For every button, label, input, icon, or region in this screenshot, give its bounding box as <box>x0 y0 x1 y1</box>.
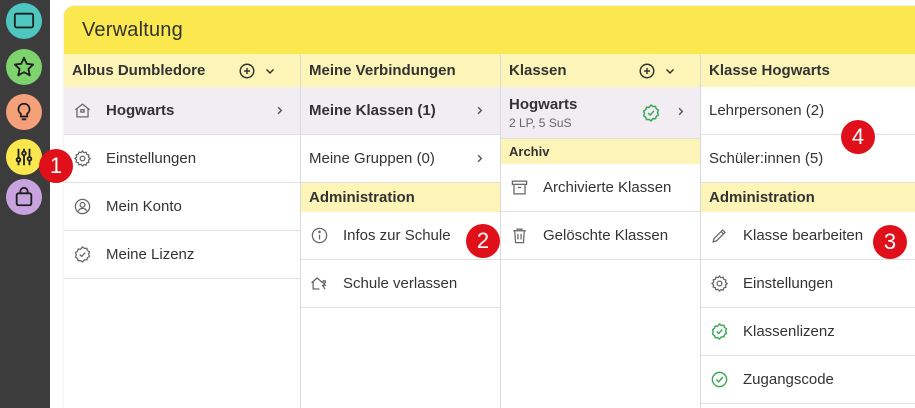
menu-item-label: Schüler:innen (5) <box>709 150 824 167</box>
panel-header: Verwaltung <box>64 6 915 54</box>
license-check-icon <box>642 103 660 122</box>
chevron-right-icon <box>678 107 684 115</box>
add-circle-icon[interactable] <box>638 62 656 80</box>
menu-item-schule-verlassen[interactable]: Schule verlassen <box>301 260 500 308</box>
menu-item-label: Hogwarts <box>106 102 175 119</box>
app-sidebar <box>0 0 50 408</box>
star-button[interactable] <box>6 49 42 85</box>
admin-button[interactable] <box>6 139 42 175</box>
menu-item-zugangscode[interactable]: Zugangscode <box>701 356 915 404</box>
menu-item-label: Meine Lizenz <box>106 246 195 263</box>
leave-school-icon <box>310 277 326 290</box>
gear-icon <box>710 274 728 292</box>
step-badge-3: 3 <box>873 225 907 259</box>
menu-item-label: Mein Konto <box>106 198 182 215</box>
check-circle-icon <box>711 371 727 388</box>
menu-item-label: Meine Gruppen (0) <box>309 150 435 167</box>
menu-item-label: Einstellungen <box>106 150 197 167</box>
section-administration: Administration <box>701 183 915 212</box>
chevron-right-icon <box>277 106 282 115</box>
star-icon <box>13 56 35 77</box>
menu-item-label: Einstellungen <box>743 275 834 292</box>
badge-check-icon <box>74 246 90 263</box>
admin-panel: Verwaltung Albus Dumbledore Hogwarts Ein… <box>64 6 915 408</box>
pencil-icon <box>711 229 726 243</box>
add-circle-icon[interactable] <box>238 62 256 80</box>
menu-item-lehrpersonen[interactable]: Lehrpersonen (2) <box>701 87 915 135</box>
section-administration: Administration <box>301 183 500 212</box>
step-badge-1: 1 <box>39 149 73 183</box>
column-title: Albus Dumbledore <box>72 62 206 79</box>
badge-check-icon <box>711 323 727 340</box>
menu-item-klassenlizenz[interactable]: Klassenlizenz <box>701 308 915 356</box>
column-title: Klasse Hogwarts <box>709 62 830 79</box>
screen-icon <box>13 12 35 29</box>
menu-item-label: Klassenlizenz <box>743 323 835 340</box>
info-icon <box>311 227 327 244</box>
column-title: Meine Verbindungen <box>309 62 456 79</box>
chevron-down-icon[interactable] <box>664 65 676 77</box>
menu-item-einstellungen[interactable]: Einstellungen <box>701 260 915 308</box>
menu-item-label: Gelöschte Klassen <box>543 227 669 244</box>
shop-button[interactable] <box>6 179 42 215</box>
column-header: Klasse Hogwarts <box>701 54 915 87</box>
column-account: Albus Dumbledore Hogwarts Einstellungen <box>64 54 301 408</box>
menu-item-meine-klassen[interactable]: Meine Klassen (1) <box>301 87 500 135</box>
school-icon <box>74 103 90 118</box>
menu-item-label: Zugangscode <box>743 371 834 388</box>
column-header: Albus Dumbledore <box>64 54 300 87</box>
menu-item-label: Meine Klassen (1) <box>309 102 436 119</box>
class-item-hogwarts[interactable]: Hogwarts 2 LP, 5 SuS <box>501 87 700 139</box>
menu-item-mein-konto[interactable]: Mein Konto <box>64 183 300 231</box>
archive-icon <box>511 180 527 195</box>
menu-item-meine-lizenz[interactable]: Meine Lizenz <box>64 231 300 279</box>
class-summary: 2 LP, 5 SuS <box>509 115 572 130</box>
class-name: Hogwarts <box>509 95 578 113</box>
menu-item-hogwarts[interactable]: Hogwarts <box>64 87 300 135</box>
menu-item-archivierte-klassen[interactable]: Archivierte Klassen <box>501 164 700 212</box>
menu-item-schueler[interactable]: Schüler:innen (5) <box>701 135 915 183</box>
menu-item-label: Lehrpersonen (2) <box>709 102 825 119</box>
column-classes: Klassen Hogwarts 2 LP, 5 SuS Archiv Arch… <box>501 54 701 408</box>
menu-item-einstellungen[interactable]: Einstellungen <box>64 135 300 183</box>
gear-icon <box>73 149 91 167</box>
section-archiv: Archiv <box>501 139 700 164</box>
menu-item-geloeschte-klassen[interactable]: Gelöschte Klassen <box>501 212 700 260</box>
chevron-down-icon[interactable] <box>264 65 276 77</box>
lightbulb-icon <box>17 102 31 121</box>
page-title: Verwaltung <box>82 18 183 41</box>
menu-item-meine-gruppen[interactable]: Meine Gruppen (0) <box>301 135 500 183</box>
column-title: Klassen <box>509 62 567 79</box>
column-header: Meine Verbindungen <box>301 54 500 87</box>
menu-item-label: Schule verlassen <box>343 275 458 292</box>
chevron-right-icon <box>477 154 482 163</box>
bag-icon <box>15 186 33 207</box>
user-icon <box>74 198 90 215</box>
step-badge-4: 4 <box>841 120 875 154</box>
column-header: Klassen <box>501 54 700 87</box>
step-badge-2: 2 <box>466 224 500 258</box>
trash-icon <box>512 228 526 244</box>
screen-button[interactable] <box>6 3 42 39</box>
lightbulb-button[interactable] <box>6 94 42 130</box>
sliders-icon <box>15 148 33 166</box>
chevron-right-icon <box>477 106 482 115</box>
menu-item-label: Archivierte Klassen <box>543 179 672 196</box>
